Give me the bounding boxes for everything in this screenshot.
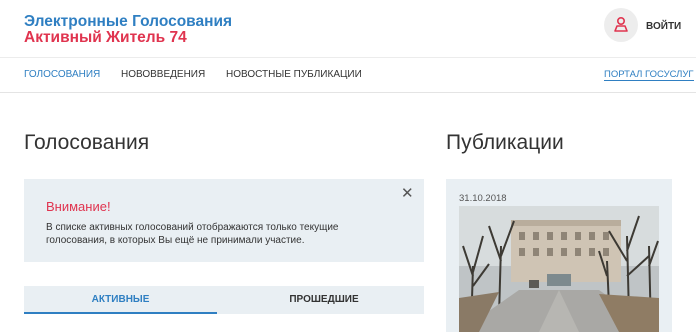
publications-heading: Публикации	[446, 131, 564, 154]
nav-item-votes[interactable]: ГОЛОСОВАНИЯ	[24, 69, 100, 80]
header: Электронные Голосования Активный Житель …	[0, 0, 696, 57]
nav-item-innovations[interactable]: НОВОВВЕДЕНИЯ	[121, 69, 205, 80]
user-icon	[614, 16, 628, 32]
nav-item-news[interactable]: НОВОСТНЫЕ ПУБЛИКАЦИИ	[226, 69, 362, 80]
login-link[interactable]: ВОЙТИ	[646, 21, 681, 32]
alert-text: В списке активных голосований отображают…	[46, 222, 339, 246]
park-photo[interactable]	[459, 206, 659, 332]
main-nav: ГОЛОСОВАНИЯ НОВОВВЕДЕНИЯ НОВОСТНЫЕ ПУБЛИ…	[0, 57, 696, 93]
tab-past[interactable]: ПРОШЕДШИЕ	[224, 286, 424, 314]
publication-date: 31.10.2018	[459, 193, 507, 204]
votes-tabs: АКТИВНЫЕ ПРОШЕДШИЕ	[24, 286, 424, 314]
alert-title: Внимание!	[46, 199, 111, 214]
publication-card[interactable]: 31.10.2018	[446, 179, 672, 332]
portal-gosuslugi-link[interactable]: ПОРТАЛ ГОСУСЛУГ	[604, 69, 694, 81]
attention-alert: Внимание! В списке активных голосований …	[24, 179, 424, 262]
votes-heading: Голосования	[24, 131, 150, 154]
user-avatar-button[interactable]	[604, 8, 638, 42]
logo-subtitle[interactable]: Активный Житель 74	[24, 29, 187, 47]
close-icon[interactable]: ✕	[401, 186, 414, 201]
tab-active[interactable]: АКТИВНЫЕ	[24, 286, 217, 314]
